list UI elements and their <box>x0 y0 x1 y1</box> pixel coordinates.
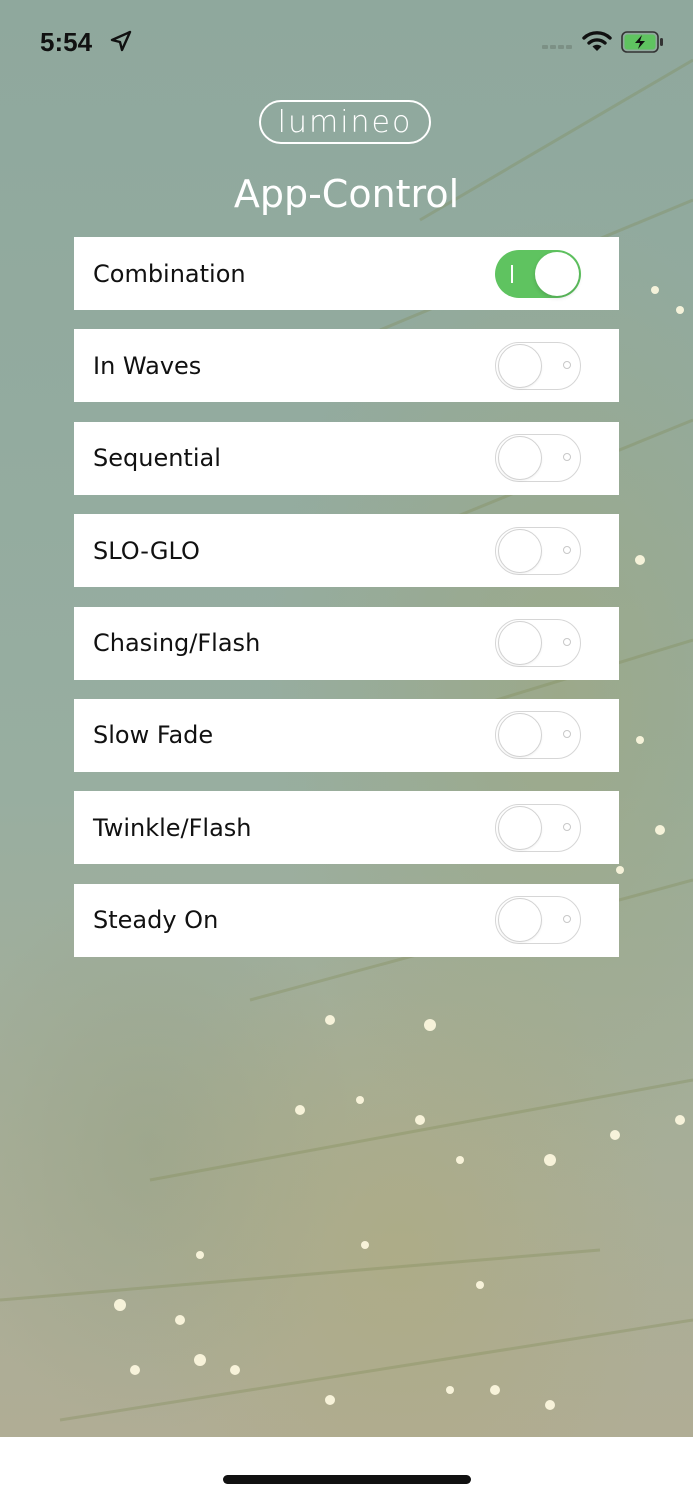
mode-row-slo-glo: SLO-GLO <box>74 514 619 588</box>
mode-row-sequential: Sequential <box>74 421 619 495</box>
sequential-toggle[interactable] <box>495 434 581 483</box>
mode-label: Sequential <box>93 444 221 473</box>
mode-label: Twinkle/Flash <box>93 813 252 842</box>
in-waves-toggle[interactable] <box>495 341 581 390</box>
mode-row-in-waves: In Waves <box>74 329 619 403</box>
page-title: App-Control <box>233 172 460 216</box>
battery-charging-icon <box>621 31 663 53</box>
slow-fade-toggle[interactable] <box>495 711 581 760</box>
slo-glo-toggle[interactable] <box>495 526 581 575</box>
toggle-knob <box>535 251 579 296</box>
toggle-knob <box>498 621 542 666</box>
toggle-off-indicator <box>563 730 571 739</box>
mode-row-twinkle-flash: Twinkle/Flash <box>74 791 619 865</box>
toggle-knob <box>498 528 542 573</box>
toggle-off-indicator <box>563 822 571 831</box>
mode-label: SLO-GLO <box>93 536 200 565</box>
home-indicator[interactable] <box>223 1475 471 1484</box>
mode-label: Combination <box>93 259 246 288</box>
lumineo-logo: lumineo <box>259 100 431 144</box>
toggle-off-indicator <box>563 915 571 924</box>
cellular-signal-icon <box>542 45 572 49</box>
toggle-knob <box>498 898 542 943</box>
mode-row-slow-fade: Slow Fade <box>74 698 619 772</box>
mode-label: Chasing/Flash <box>93 629 261 658</box>
toggle-on-indicator <box>511 264 513 283</box>
location-arrow-icon <box>110 30 132 52</box>
toggle-off-indicator <box>563 545 571 554</box>
toggle-knob <box>498 805 542 850</box>
status-time: 5:54 <box>40 27 93 57</box>
mode-label: Steady On <box>93 906 219 935</box>
mode-row-combination: Combination <box>74 237 619 310</box>
toggle-knob <box>498 436 542 481</box>
mode-list: Combination In Waves Sequential SLO-GLO … <box>74 237 619 976</box>
mode-label: Slow Fade <box>93 721 214 750</box>
mode-row-chasing-flash: Chasing/Flash <box>74 606 619 680</box>
twinkle-flash-toggle[interactable] <box>495 803 581 852</box>
wifi-icon <box>582 31 612 51</box>
mode-row-steady-on: Steady On <box>74 883 619 957</box>
toggle-off-indicator <box>563 453 571 462</box>
toggle-off-indicator <box>563 360 571 369</box>
toggle-off-indicator <box>563 638 571 647</box>
chasing-flash-toggle[interactable] <box>495 619 581 668</box>
toggle-knob <box>498 713 542 758</box>
combination-toggle[interactable] <box>495 249 581 298</box>
mode-label: In Waves <box>93 351 202 380</box>
home-bar-area <box>0 1437 693 1500</box>
toggle-knob <box>498 343 542 388</box>
steady-on-toggle[interactable] <box>495 896 581 945</box>
